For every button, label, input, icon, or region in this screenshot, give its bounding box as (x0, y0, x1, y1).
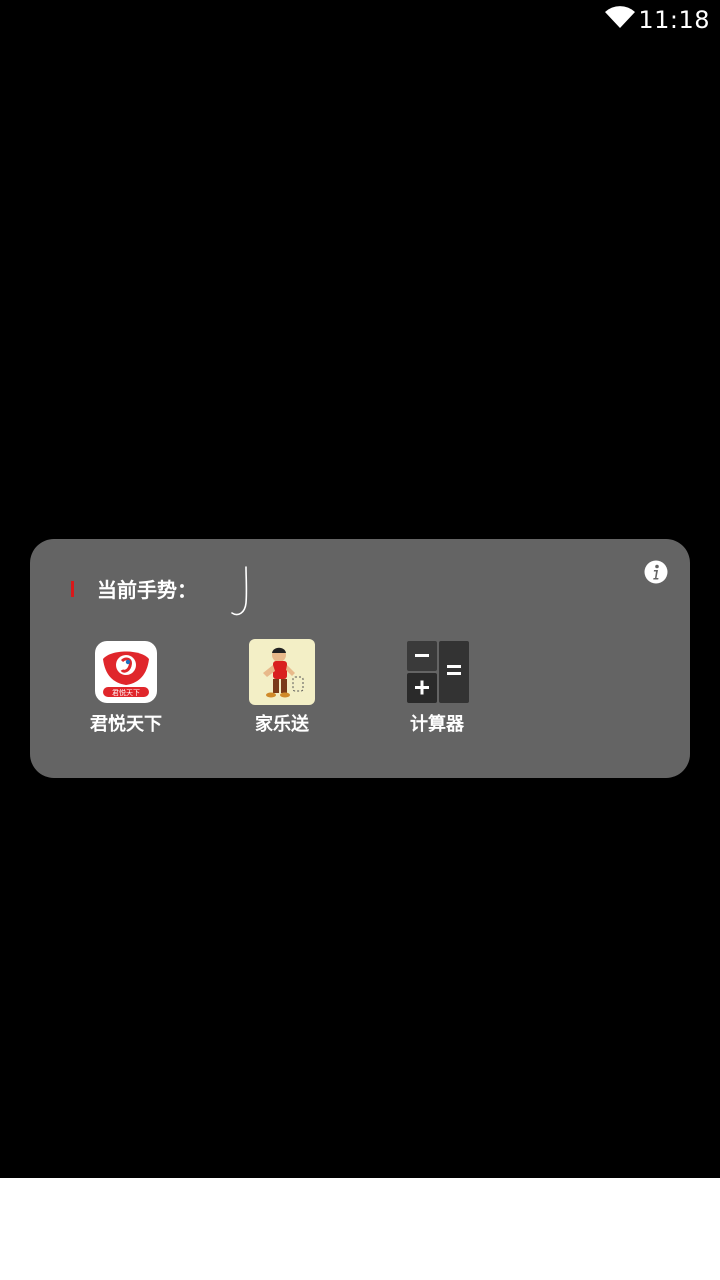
bottom-white-strip (0, 1178, 720, 1280)
gesture-indicator-marker (71, 581, 74, 597)
app-label-junyue-tianxia: 君悦天下 (90, 714, 162, 735)
gesture-stroke-icon (231, 566, 248, 616)
info-icon[interactable] (644, 560, 668, 584)
app-junyue-tianxia[interactable]: 君悦天下 君悦天下 (66, 639, 186, 737)
status-time: 11:18 (638, 6, 710, 34)
screen: 11:18 当前手势： 君悦天下 君悦天下 家乐送 计算器 (0, 0, 720, 1280)
status-bar: 11:18 (0, 0, 720, 40)
gesture-panel: 当前手势： 君悦天下 君悦天下 家乐送 计算器 (30, 539, 690, 778)
app-label-jialesong: 家乐送 (255, 714, 309, 735)
jialesong-app-icon (249, 639, 315, 705)
app-jialesong[interactable]: 家乐送 (222, 639, 342, 737)
junyue-icon-text: 君悦天下 (112, 688, 140, 697)
junyue-tianxia-app-icon: 君悦天下 (95, 641, 157, 703)
app-label-calculator: 计算器 (410, 714, 464, 735)
calculator-app-icon (407, 641, 469, 703)
app-calculator[interactable]: 计算器 (377, 639, 497, 737)
wifi-icon (605, 6, 635, 29)
current-gesture-label: 当前手势： (97, 578, 197, 602)
